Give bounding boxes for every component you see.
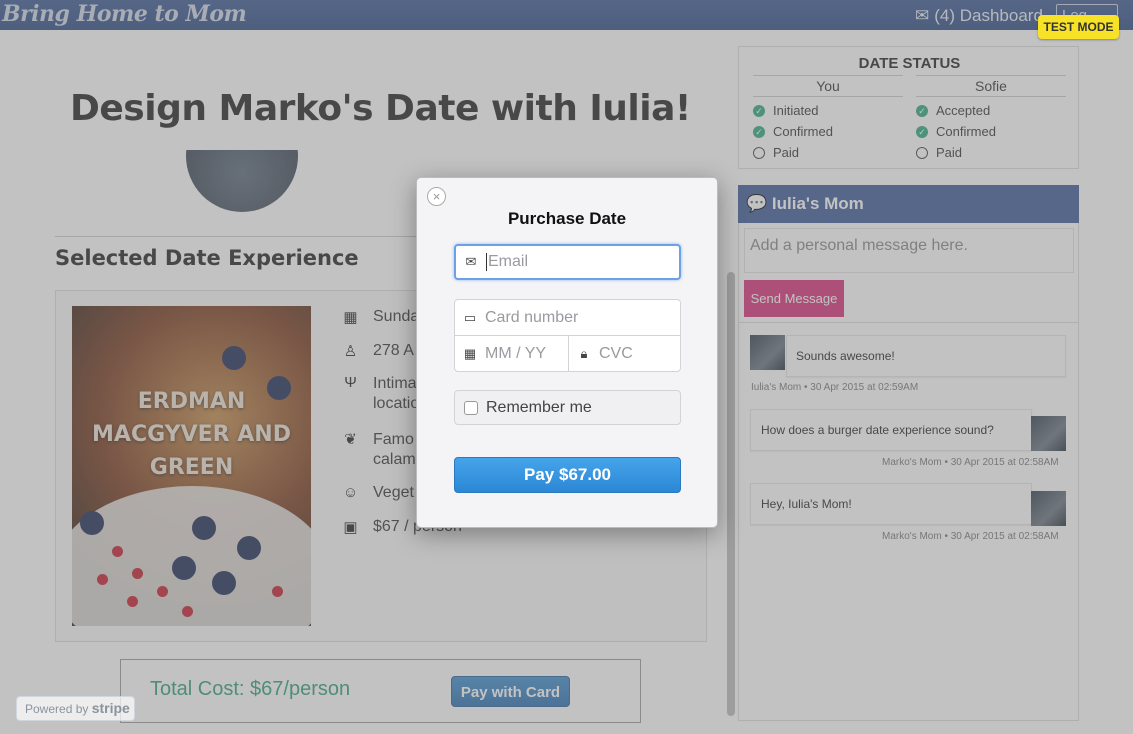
scrollbar[interactable] [727, 272, 735, 716]
close-icon[interactable]: × [427, 187, 446, 206]
expiry-field[interactable]: ▦ MM / YY [454, 335, 569, 372]
powered-by-stripe-badge[interactable]: Powered by stripe [16, 696, 135, 721]
calendar-icon: ▦ [463, 345, 477, 361]
purchase-modal: × Purchase Date ✉ Email ▭ Card number ▦ … [416, 177, 718, 528]
pay-button[interactable]: Pay $67.00 [454, 457, 681, 493]
cvc-field[interactable]: 🔒︎ CVC [568, 335, 681, 372]
credit-card-icon: ▭ [463, 309, 477, 325]
email-field[interactable]: ✉ Email [454, 244, 681, 280]
test-mode-badge: TEST MODE [1038, 15, 1119, 39]
modal-title: Purchase Date [507, 209, 627, 228]
checkbox[interactable] [464, 400, 478, 415]
remember-me-checkbox[interactable]: Remember me [454, 390, 681, 425]
card-number-field[interactable]: ▭ Card number [454, 299, 681, 336]
lock-icon: 🔒︎ [580, 345, 588, 361]
envelope-icon: ✉ [465, 254, 477, 269]
